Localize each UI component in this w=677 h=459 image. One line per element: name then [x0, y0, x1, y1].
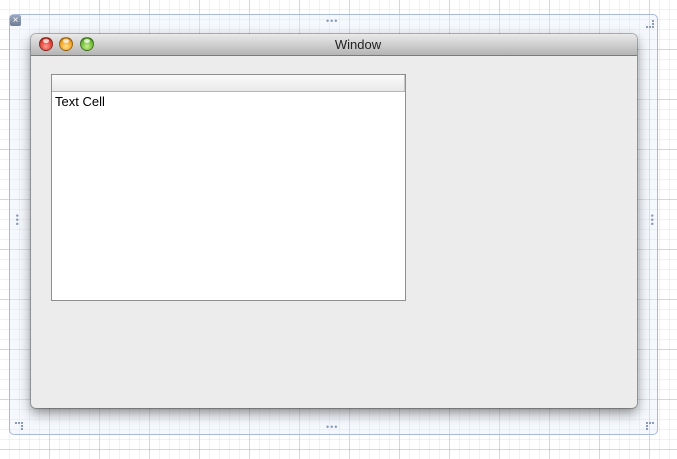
resize-handle-bottom-right[interactable]	[646, 422, 654, 430]
column-divider	[404, 75, 405, 91]
title-bar[interactable]: Window	[31, 34, 637, 56]
resize-handle-top-right[interactable]	[646, 20, 654, 28]
table-row[interactable]: Text Cell	[52, 93, 405, 111]
table-header[interactable]	[52, 75, 405, 92]
window-title: Window	[334, 37, 382, 52]
table-cell[interactable]: Text Cell	[55, 94, 105, 109]
resize-handle-bottom[interactable]: •••	[326, 423, 338, 432]
table-view[interactable]: Text Cell	[51, 74, 406, 301]
resize-handle-bottom-left[interactable]	[15, 422, 23, 430]
resize-handle-top[interactable]: •••	[326, 17, 338, 26]
resize-handle-left[interactable]: •••	[12, 214, 22, 226]
close-icon[interactable]: ×	[10, 15, 21, 26]
resize-handle-right[interactable]: •••	[647, 214, 657, 226]
window: Window Text Cell	[31, 34, 637, 408]
